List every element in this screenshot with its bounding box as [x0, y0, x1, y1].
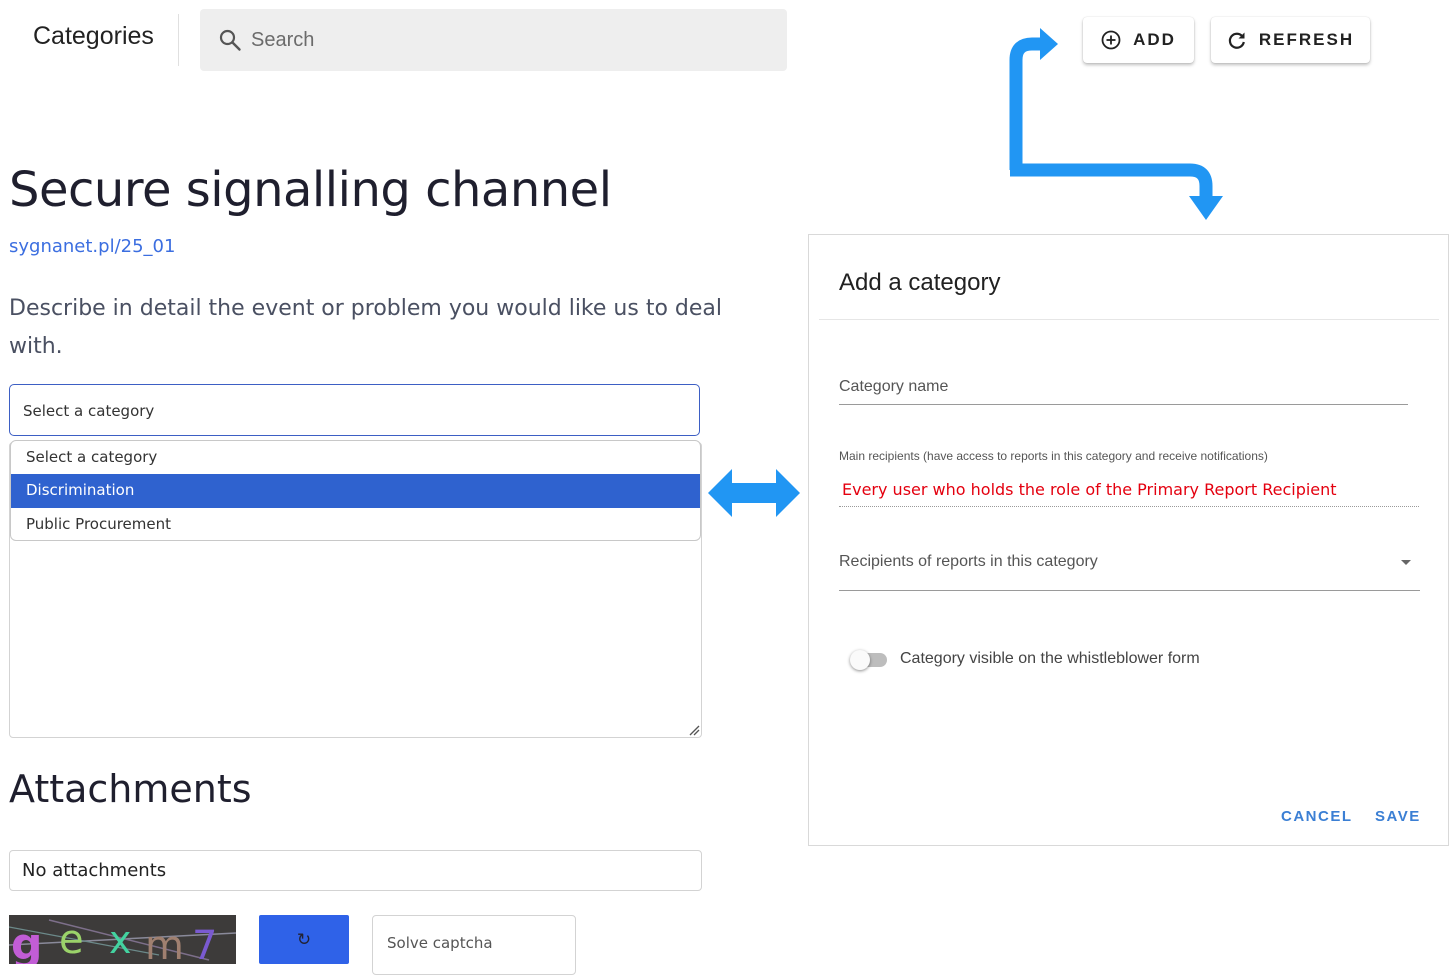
captcha-image-graphic: g e x m 7 — [9, 915, 236, 964]
attachments-title: Attachments — [9, 767, 252, 811]
dropdown-option-selected[interactable]: Discrimination — [11, 474, 700, 508]
captcha-placeholder: Solve captcha — [387, 934, 493, 952]
bent-arrow-icon — [1009, 28, 1223, 220]
recipients-select[interactable]: Recipients of reports in this category — [839, 553, 1098, 571]
search-icon — [219, 29, 241, 51]
visibility-toggle-label: Category visible on the whistleblower fo… — [900, 650, 1200, 667]
category-dropdown: Select a category Discrimination Public … — [10, 440, 701, 541]
category-name-field[interactable]: Category name — [839, 378, 948, 396]
dropdown-option[interactable]: Public Procurement — [11, 508, 700, 540]
svg-text:7: 7 — [192, 923, 217, 964]
category-name-underline — [839, 404, 1408, 405]
resize-handle-icon[interactable] — [688, 724, 700, 736]
svg-text:x: x — [109, 918, 132, 962]
title-divider — [178, 14, 179, 66]
captcha-refresh-icon: ↻ — [296, 929, 312, 949]
category-select-value: Select a category — [23, 402, 155, 420]
search-placeholder: Search — [251, 29, 315, 51]
page-title: Categories — [33, 22, 154, 50]
recipients-underline — [839, 590, 1420, 591]
captcha-refresh-button[interactable]: ↻ — [259, 915, 349, 964]
svg-text:m: m — [145, 923, 184, 964]
caret-down-icon[interactable] — [1401, 560, 1411, 565]
refresh-button[interactable]: REFRESH — [1211, 17, 1370, 63]
main-recipients-underline — [839, 506, 1419, 507]
svg-text:e: e — [59, 917, 84, 963]
attachments-value: No attachments — [22, 860, 167, 881]
refresh-button-label: REFRESH — [1258, 30, 1355, 49]
svg-text:g: g — [11, 919, 43, 964]
save-button[interactable]: SAVE — [1375, 808, 1421, 825]
main-recipients-value: Every user who holds the role of the Pri… — [842, 480, 1337, 499]
form-title: Secure signalling channel — [9, 162, 612, 218]
main-recipients-label: Main recipients (have access to reports … — [839, 449, 1268, 463]
captcha-image: g e x m 7 — [9, 915, 236, 964]
dropdown-option[interactable]: Select a category — [11, 441, 700, 475]
dialog-title: Add a category — [839, 269, 1001, 296]
dialog-divider — [819, 319, 1439, 320]
cancel-button[interactable]: CANCEL — [1281, 808, 1353, 825]
form-description: Describe in detail the event or problem … — [9, 296, 722, 359]
form-link[interactable]: sygnanet.pl/25_01 — [9, 236, 175, 257]
add-category-dialog — [808, 234, 1449, 846]
double-arrow-icon — [708, 469, 800, 517]
visibility-toggle-thumb[interactable] — [850, 650, 870, 670]
